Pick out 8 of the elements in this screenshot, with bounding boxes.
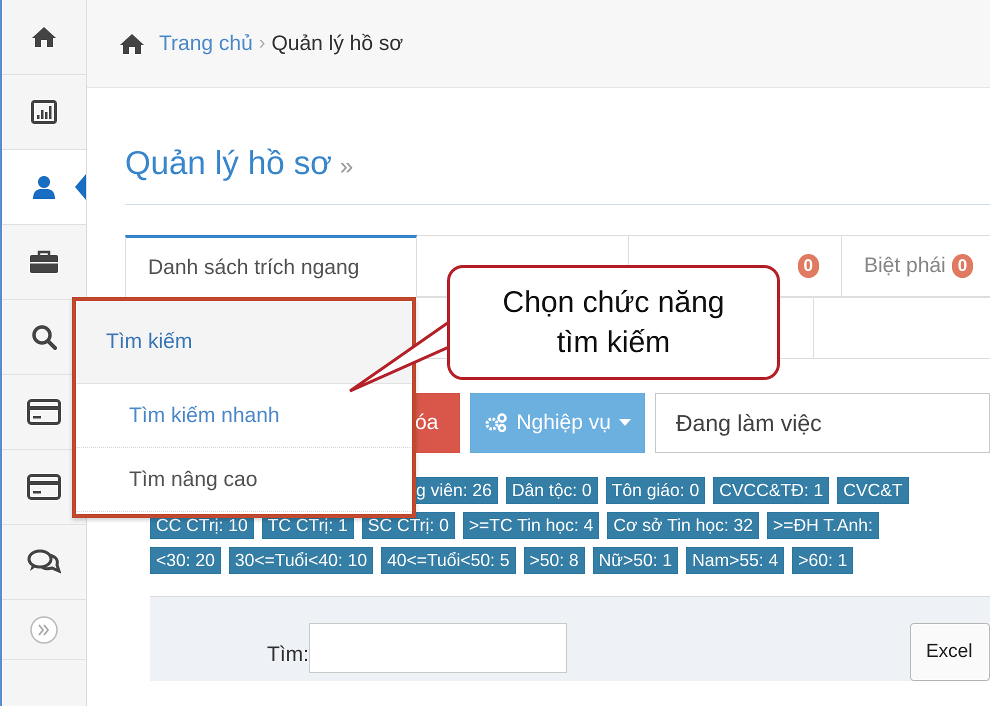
breadcrumb-item: Quản lý hồ sơ [271,32,404,56]
page-title: Quản lý hồ sơ [125,144,332,182]
title-chevrons: » [340,153,354,181]
menu-header: Tìm kiếm [76,301,412,384]
search-label: Tìm: [267,643,309,667]
breadcrumb-separator: › [258,32,266,55]
count-badge: 0 [952,254,974,278]
count-badge: 0 [798,254,819,278]
